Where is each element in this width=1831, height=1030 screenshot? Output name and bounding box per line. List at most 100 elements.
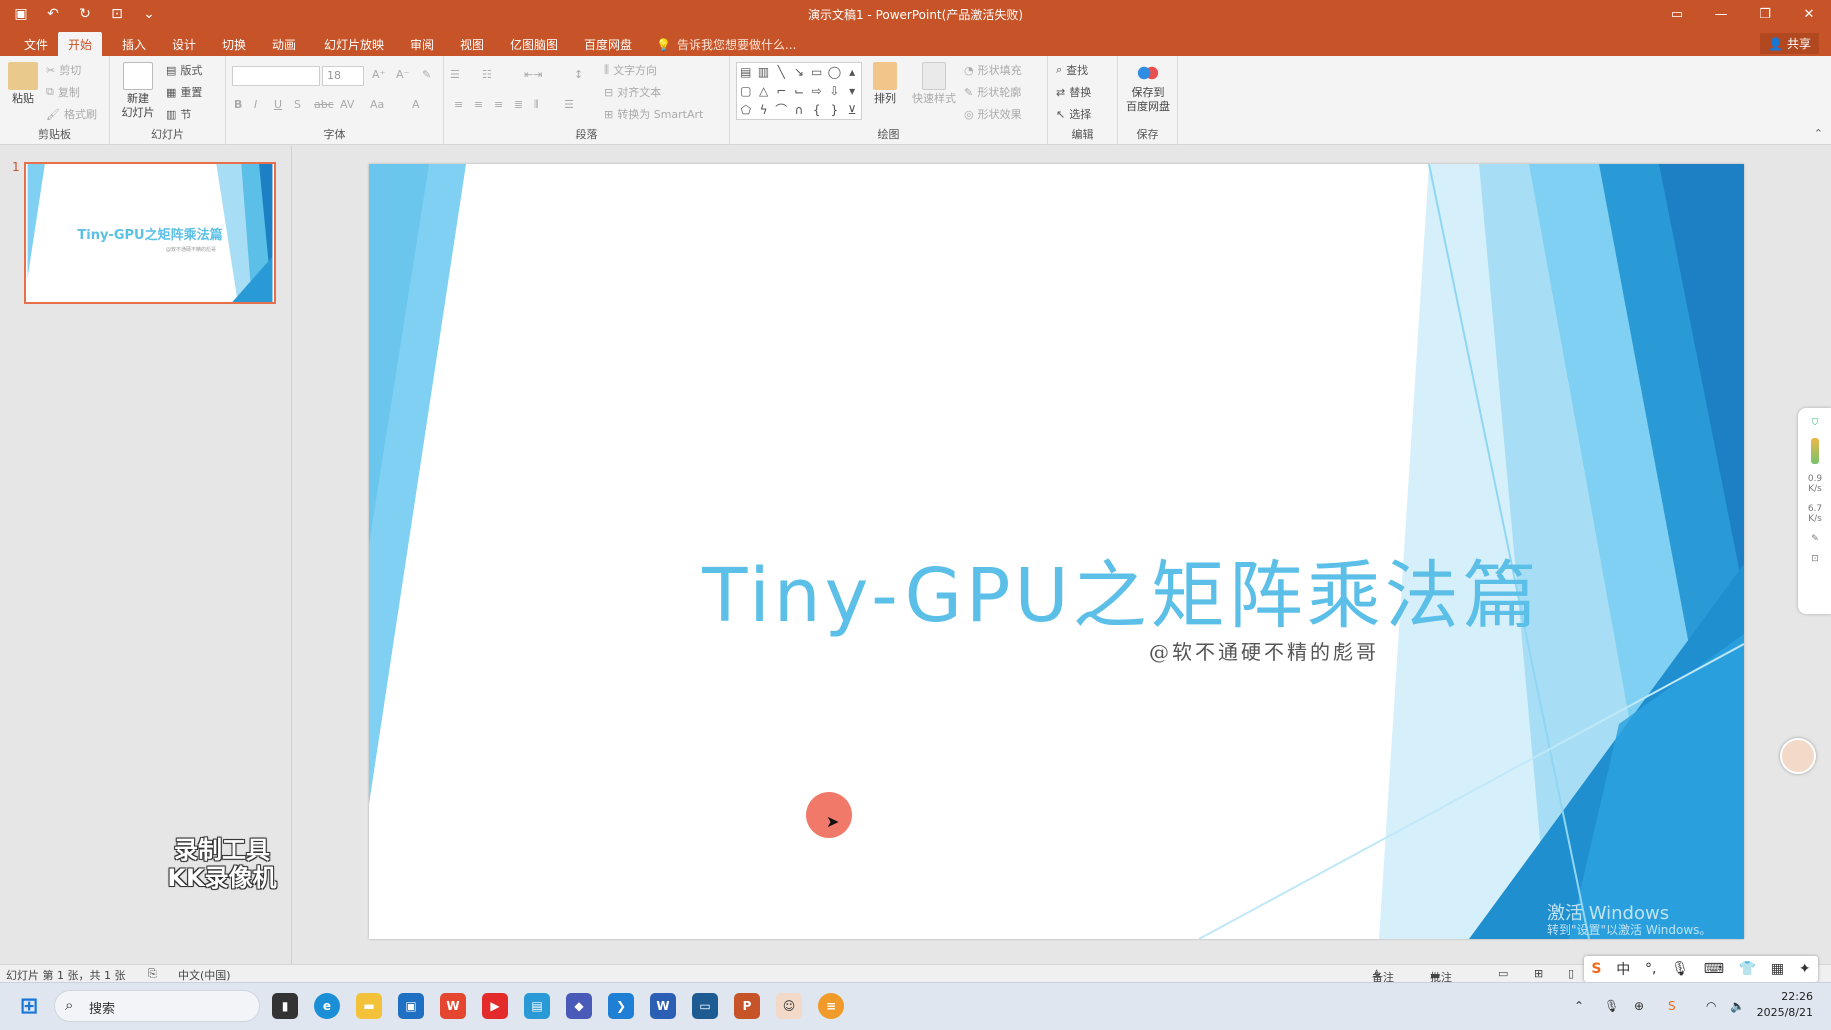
tab-baidu-netdisk[interactable]: 百度网盘 bbox=[574, 32, 642, 56]
char-spacing-icon[interactable]: AV bbox=[340, 98, 354, 111]
assistant-avatar[interactable] bbox=[1780, 738, 1816, 774]
tab-design[interactable]: 设计 bbox=[162, 32, 206, 56]
tray-sogou-icon[interactable]: S bbox=[1668, 999, 1676, 1013]
clear-formatting-icon[interactable]: ✎ bbox=[422, 68, 431, 81]
curve-shape-icon[interactable]: ⌒ bbox=[772, 101, 790, 120]
shapes-gallery[interactable]: ▤ ▥ ╲ ↘ ▭ ◯ ▴ ▢ △ ⌐ ⌙ ⇨ ⇩ ▾ ⬠ ϟ ⌒ ∩{} ⊻ bbox=[736, 62, 862, 120]
align-center-icon[interactable]: ≡ bbox=[474, 98, 483, 111]
font-name-box[interactable] bbox=[232, 66, 320, 86]
gallery-more-icon[interactable]: ⊻ bbox=[843, 101, 861, 120]
normal-view-icon[interactable]: ▭ bbox=[1498, 967, 1508, 980]
rounded-rect-shape-icon[interactable]: ▢ bbox=[737, 82, 755, 101]
sogou-icon[interactable]: S bbox=[1591, 961, 1601, 977]
tab-view[interactable]: 视图 bbox=[450, 32, 494, 56]
shape-effects-button[interactable]: ◎ 形状效果 bbox=[964, 106, 1022, 122]
quick-styles-button[interactable]: 快速样式 bbox=[910, 62, 958, 106]
tray-network-app-icon[interactable]: ⊕ bbox=[1634, 999, 1644, 1013]
remote-desktop-icon[interactable]: ▤ bbox=[524, 993, 550, 1019]
save-to-baidu-button[interactable]: 保存到 百度网盘 bbox=[1122, 62, 1174, 114]
bullets-icon[interactable]: ☰ bbox=[450, 68, 460, 81]
word-icon[interactable]: W bbox=[650, 993, 676, 1019]
text-direction-button[interactable]: ⫼ 文字方向 bbox=[604, 62, 657, 78]
tray-mic-icon[interactable]: 🎙 bbox=[1604, 999, 1619, 1013]
vertical-textbox-shape-icon[interactable]: ▥ bbox=[755, 63, 773, 82]
textbox-shape-icon[interactable]: ▤ bbox=[737, 63, 755, 82]
rectangle-shape-icon[interactable]: ▭ bbox=[808, 63, 826, 82]
windows-start-icon[interactable]: ⊞ bbox=[16, 993, 42, 1019]
language-indicator[interactable]: 中文(中国) bbox=[178, 967, 231, 983]
tell-me-box[interactable]: 💡 告诉我您想要做什么... bbox=[656, 36, 796, 53]
arrange-button[interactable]: 排列 bbox=[870, 62, 900, 106]
orange-app-icon[interactable]: ≡ bbox=[818, 993, 844, 1019]
slide-canvas[interactable]: Tiny-GPU之矩阵乘法篇 @软不通硬不精的彪哥 激活 Windows 转到"… bbox=[369, 164, 1744, 939]
columns-icon[interactable]: ⫴ bbox=[534, 98, 539, 112]
wps-icon[interactable]: W bbox=[440, 993, 466, 1019]
monitor-app-icon[interactable]: ▭ bbox=[692, 993, 718, 1019]
tab-home[interactable]: 开始 bbox=[58, 32, 103, 56]
new-slide-button[interactable]: 新建 幻灯片 bbox=[116, 62, 160, 120]
align-dropdown-icon[interactable]: ☰ bbox=[564, 98, 574, 111]
down-arrow-shape-icon[interactable]: ⇩ bbox=[826, 82, 844, 101]
underline-icon[interactable]: U bbox=[274, 98, 282, 111]
gallery-down-icon[interactable]: ▾ bbox=[843, 82, 861, 101]
tab-edraw-mindmap[interactable]: 亿图脑图 bbox=[500, 32, 568, 56]
wifi-icon[interactable]: ◠ bbox=[1706, 999, 1716, 1013]
tab-animations[interactable]: 动画 bbox=[262, 32, 306, 56]
connector-shape-icon[interactable]: ⌐ bbox=[772, 82, 790, 101]
tray-expand-icon[interactable]: ⌃ bbox=[1574, 999, 1584, 1013]
avatar-app-icon[interactable]: ☺ bbox=[776, 993, 802, 1019]
oval-shape-icon[interactable]: ◯ bbox=[826, 63, 844, 82]
ime-menu-icon[interactable]: ✦ bbox=[1799, 961, 1811, 977]
justify-icon[interactable]: ≣ bbox=[514, 98, 523, 111]
keyboard-icon[interactable]: ⌨ bbox=[1704, 961, 1724, 977]
volume-icon[interactable]: 🔈 bbox=[1730, 999, 1745, 1013]
align-left-icon[interactable]: ≡ bbox=[454, 98, 463, 111]
file-explorer-icon[interactable]: ▬ bbox=[356, 993, 382, 1019]
skin-icon[interactable]: 👕 bbox=[1739, 961, 1756, 977]
replace-button[interactable]: ⇄ 替换 bbox=[1056, 84, 1091, 100]
reading-view-icon[interactable]: ▯ bbox=[1568, 967, 1574, 980]
line-shape-icon[interactable]: ╲ bbox=[772, 63, 790, 82]
right-brace-shape-icon[interactable]: } bbox=[826, 101, 844, 120]
ime-mode[interactable]: 中 bbox=[1616, 959, 1630, 979]
arc-shape-icon[interactable]: ∩ bbox=[790, 101, 808, 120]
left-brace-shape-icon[interactable]: { bbox=[808, 101, 826, 120]
layout-button[interactable]: ▤ 版式 bbox=[166, 62, 202, 78]
arrow-line-shape-icon[interactable]: ↘ bbox=[790, 63, 808, 82]
minimize-button[interactable]: — bbox=[1699, 0, 1743, 28]
numbering-icon[interactable]: ☷ bbox=[482, 68, 492, 81]
microphone-icon[interactable]: 🎙 bbox=[1671, 961, 1689, 977]
slide-sorter-icon[interactable]: ⊞ bbox=[1534, 967, 1543, 980]
freeform-shape-icon[interactable]: ϟ bbox=[755, 101, 773, 120]
elbow-shape-icon[interactable]: ⌙ bbox=[790, 82, 808, 101]
section-button[interactable]: ▥ 节 bbox=[166, 106, 191, 122]
toolbox-icon[interactable]: ▦ bbox=[1771, 961, 1784, 977]
find-button[interactable]: ⌕ 查找 bbox=[1056, 62, 1088, 78]
collapse-ribbon-icon[interactable]: ⌃ bbox=[1814, 127, 1823, 140]
font-color-icon[interactable]: A bbox=[412, 98, 420, 111]
screenshot-icon[interactable]: ⊡ bbox=[1798, 554, 1831, 564]
slide-thumbnail[interactable]: Tiny-GPU之矩阵乘法篇 @软不通硬不精的彪哥 bbox=[24, 162, 276, 304]
share-button[interactable]: 👤 共享 bbox=[1760, 33, 1819, 54]
bold-icon[interactable]: B bbox=[234, 98, 242, 111]
tab-review[interactable]: 审阅 bbox=[400, 32, 444, 56]
vscode-icon[interactable]: ❯ bbox=[608, 993, 634, 1019]
strikethrough-icon[interactable]: abc bbox=[314, 98, 334, 111]
shield-icon[interactable]: ⛉ bbox=[1798, 418, 1831, 428]
powerpoint-icon[interactable]: P bbox=[734, 993, 760, 1019]
tab-insert[interactable]: 插入 bbox=[112, 32, 156, 56]
cut-button[interactable]: ✂ 剪切 bbox=[46, 62, 81, 78]
convert-smartart-button[interactable]: ⊞ 转换为 SmartArt bbox=[604, 106, 703, 122]
italic-icon[interactable]: I bbox=[254, 98, 257, 111]
restore-button[interactable]: ❐ bbox=[1743, 0, 1787, 28]
paste-button[interactable]: 粘贴 bbox=[6, 62, 40, 106]
shape-fill-button[interactable]: ◔ 形状填充 bbox=[964, 62, 1022, 78]
cat-app-icon[interactable]: ◆ bbox=[566, 993, 592, 1019]
youtube-icon[interactable]: ▶ bbox=[482, 993, 508, 1019]
edge-icon[interactable]: e bbox=[314, 993, 340, 1019]
slide-subtitle[interactable]: @软不通硬不精的彪哥 bbox=[1149, 636, 1379, 665]
ribbon-display-options-icon[interactable]: ▭ bbox=[1655, 0, 1699, 28]
align-right-icon[interactable]: ≡ bbox=[494, 98, 503, 111]
align-text-button[interactable]: ⊟ 对齐文本 bbox=[604, 84, 661, 100]
font-size-box[interactable]: 18 bbox=[322, 66, 364, 86]
